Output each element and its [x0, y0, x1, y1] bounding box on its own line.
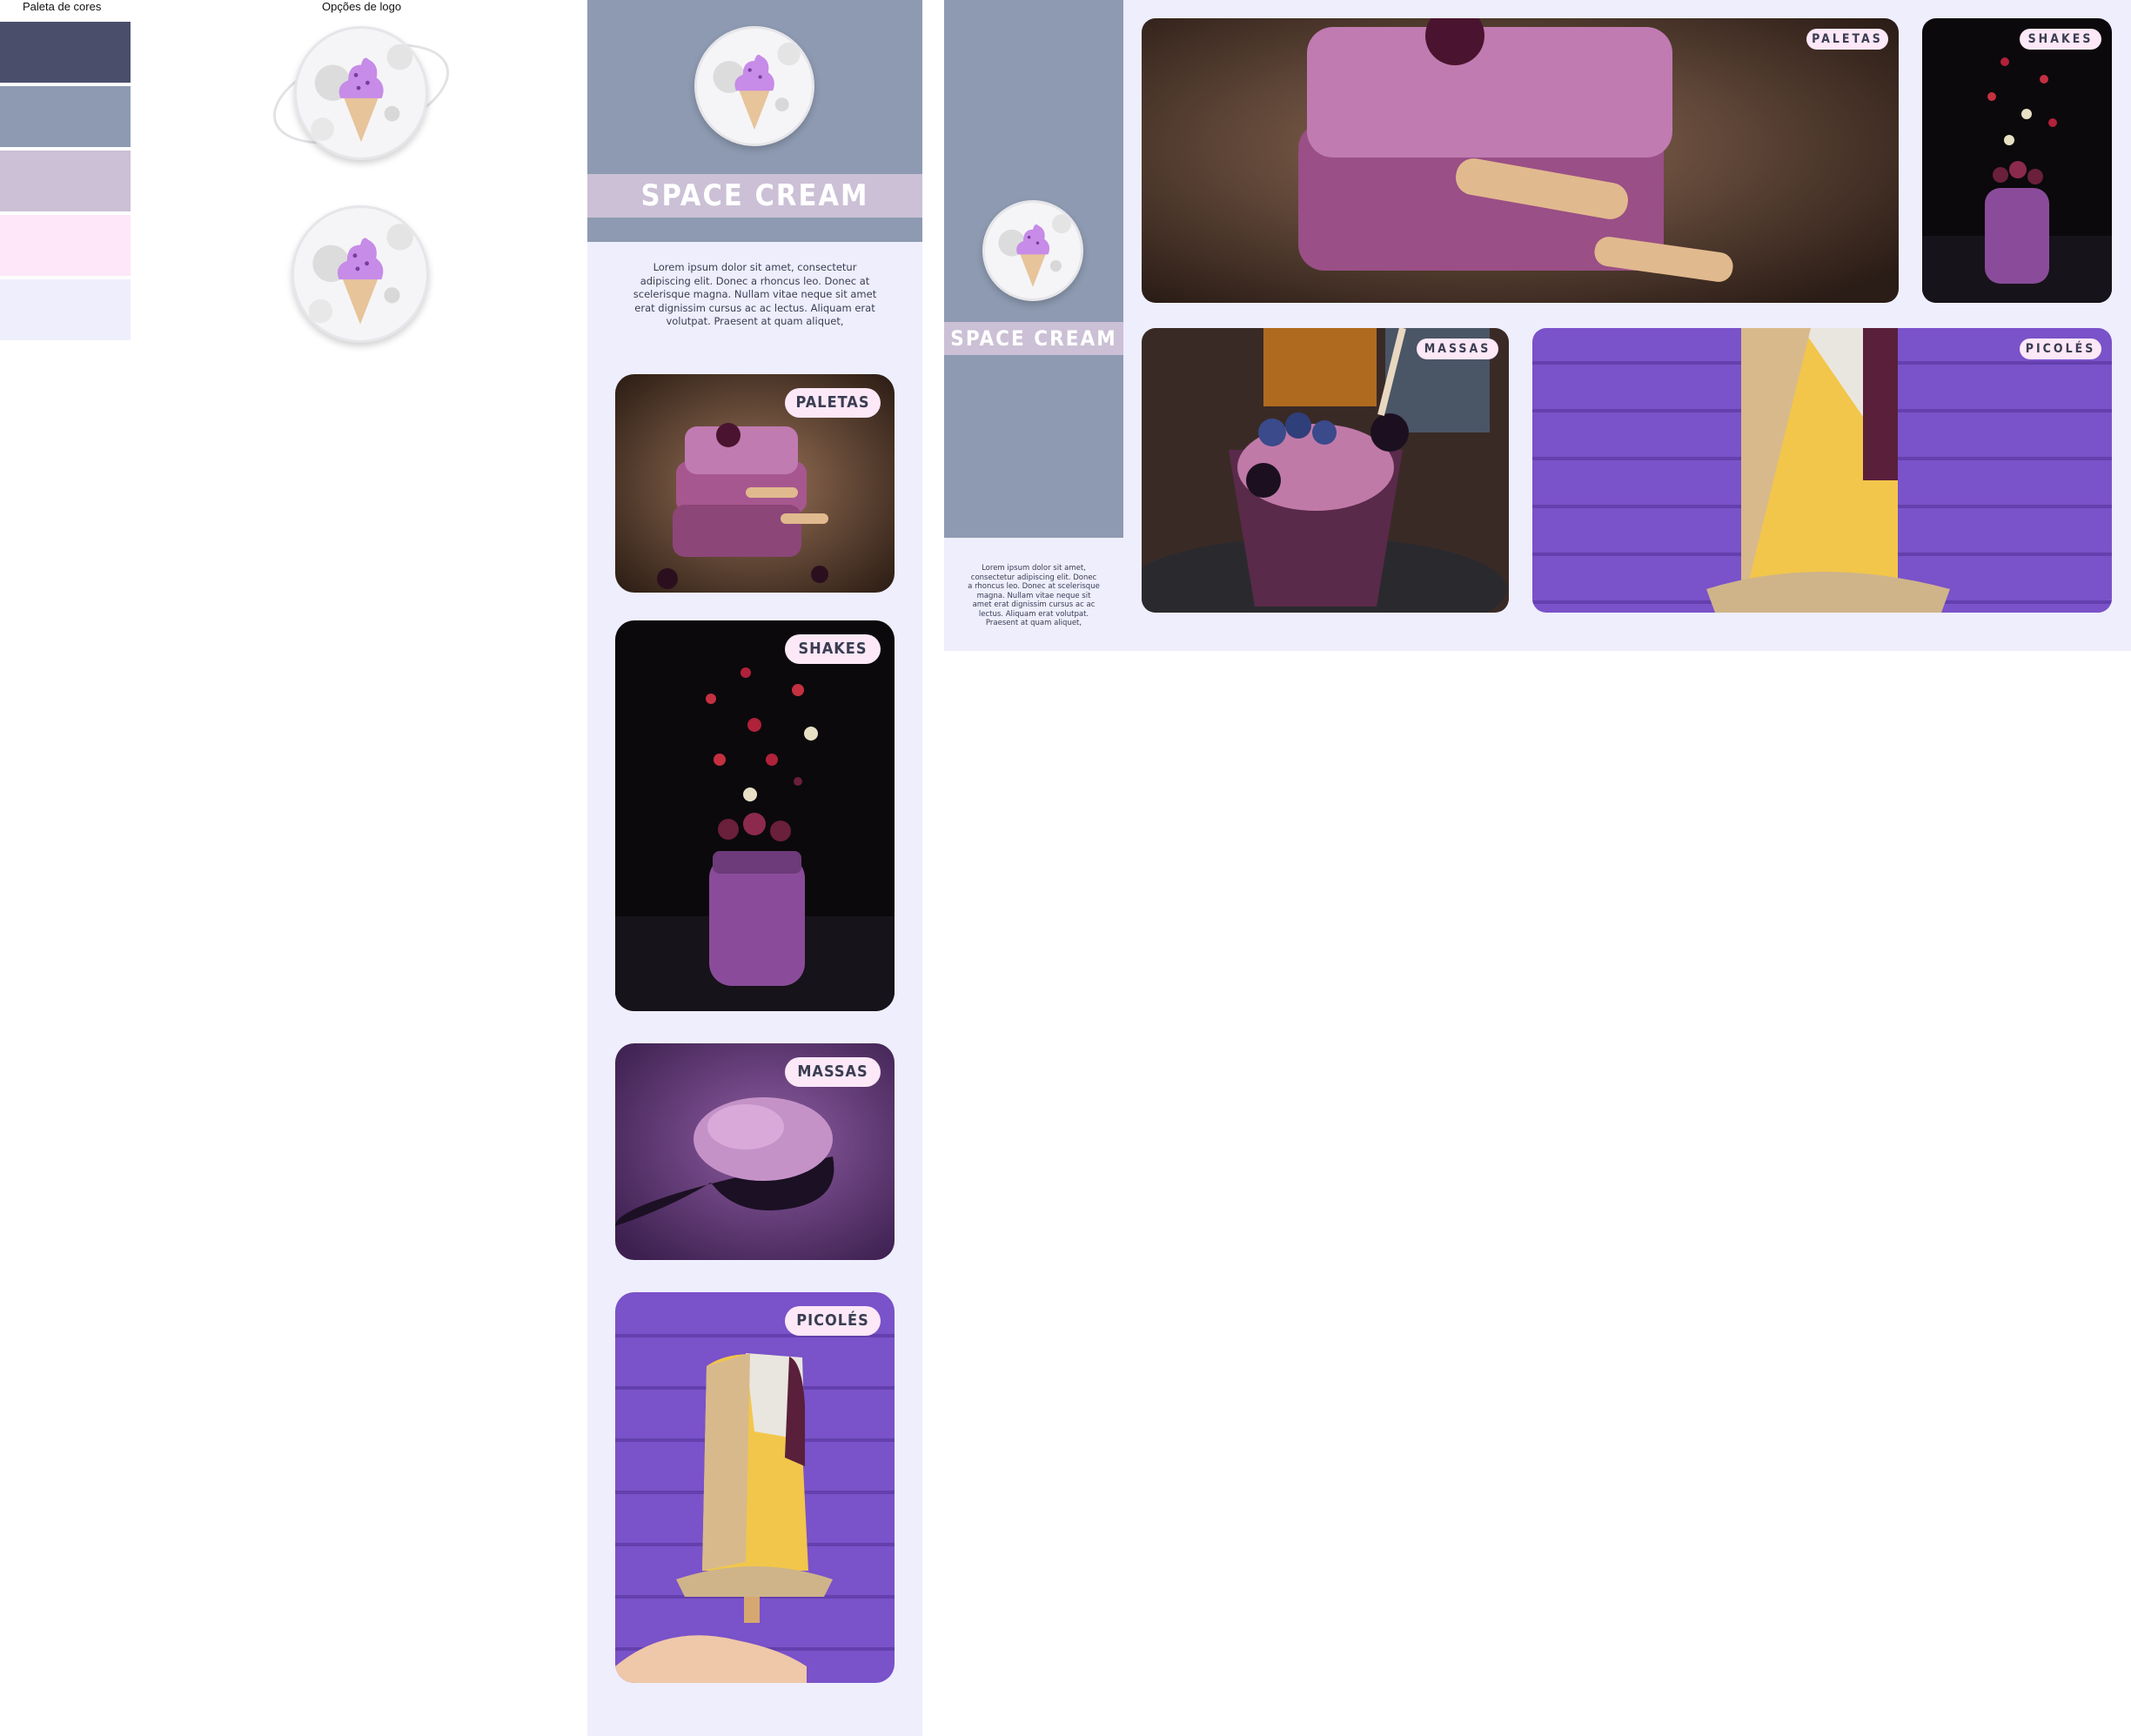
badge-shakes: SHAKES [785, 634, 881, 664]
logos-title: Opções de logo [322, 0, 402, 13]
shakes-photo [1922, 18, 2112, 303]
picoles-photo [615, 1292, 895, 1683]
desktop-card-picoles[interactable]: PICOLÉS [1532, 328, 2112, 613]
mobile-logo[interactable] [694, 26, 814, 146]
swatch-lavender [0, 151, 131, 211]
mobile-card-shakes[interactable]: SHAKES [615, 620, 895, 1011]
desktop-card-shakes[interactable]: SHAKES [1922, 18, 2112, 303]
ice-cream-icon [713, 42, 801, 131]
mobile-card-picoles[interactable]: PICOLÉS [615, 1292, 895, 1683]
mobile-mockup: SPACE CREAM Lorem ipsum dolor sit amet, … [587, 0, 922, 1736]
logo-option-ringed [260, 24, 462, 165]
mobile-card-paletas[interactable]: PALETAS [615, 374, 895, 593]
desktop-card-massas[interactable]: MASSAS [1142, 328, 1509, 613]
badge-paletas: PALETAS [785, 388, 881, 418]
desktop-card-paletas[interactable]: PALETAS [1142, 18, 1899, 303]
ice-cream-icon [308, 224, 413, 325]
paletas-photo [1142, 18, 1899, 303]
badge-massas: MASSAS [1417, 338, 1498, 359]
mobile-description: Lorem ipsum dolor sit amet, consectetur … [633, 261, 877, 327]
desktop-description: Lorem ipsum dolor sit amet, consectetur … [968, 564, 1100, 627]
badge-shakes: SHAKES [2020, 29, 2101, 50]
desktop-sidebar: SPACE CREAM [944, 0, 1123, 538]
badge-picoles: PICOLÉS [2020, 338, 2101, 359]
swatch-pale-lilac [0, 279, 131, 340]
logo-option-plain [292, 205, 429, 343]
badge-paletas: PALETAS [1806, 29, 1888, 50]
desktop-mockup: SPACE CREAM Lorem ipsum dolor sit amet, … [944, 0, 2131, 651]
desktop-brand-name: SPACE CREAM [950, 326, 1117, 351]
massas-photo [1142, 328, 1509, 613]
mobile-brand-name: SPACE CREAM [640, 178, 869, 213]
palette-title: Paleta de cores [23, 0, 102, 13]
mobile-header: SPACE CREAM [587, 0, 922, 242]
mobile-brand-banner: SPACE CREAM [587, 174, 922, 218]
ice-cream-icon [311, 44, 413, 143]
badge-massas: MASSAS [785, 1057, 881, 1087]
mobile-card-massas[interactable]: MASSAS [615, 1043, 895, 1260]
swatch-pink [0, 215, 131, 276]
swatch-gray-blue [0, 86, 131, 147]
ice-cream-icon [998, 214, 1071, 287]
badge-picoles: PICOLÉS [785, 1306, 881, 1336]
desktop-logo[interactable] [982, 200, 1083, 301]
picoles-photo [1532, 328, 2112, 613]
desktop-brand-banner: SPACE CREAM [944, 322, 1123, 355]
shakes-photo [615, 620, 895, 1011]
swatch-dark-slate [0, 22, 131, 83]
